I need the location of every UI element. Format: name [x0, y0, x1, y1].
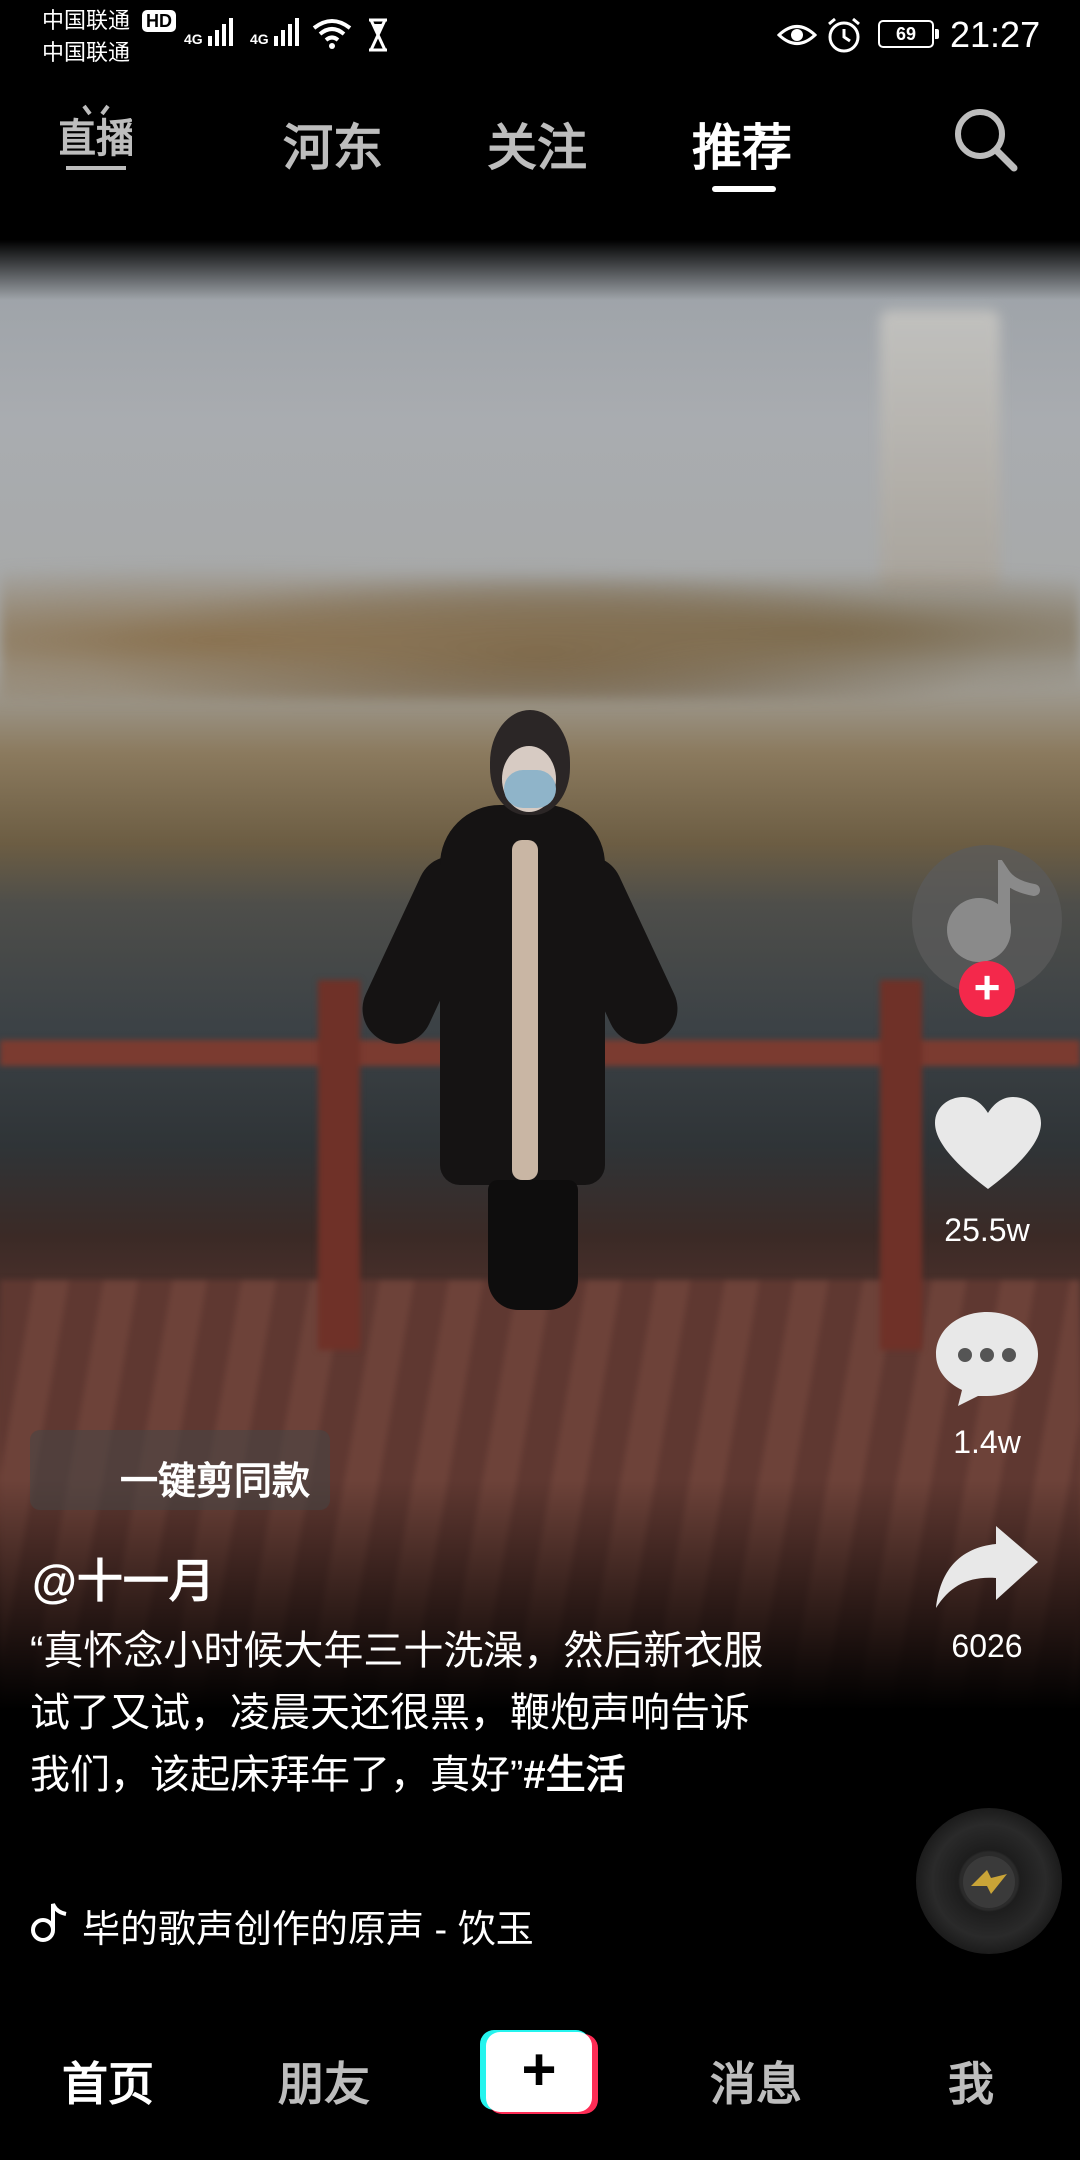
hd-badge: HD — [142, 10, 176, 32]
person-mask — [504, 770, 556, 808]
network-type-2: 4G — [250, 31, 269, 47]
railing-post — [318, 980, 360, 1350]
share-count: 6026 — [951, 1628, 1023, 1664]
signal-icon: 4G — [184, 18, 233, 46]
music-note-icon — [947, 860, 1040, 962]
tiktok-note-icon — [31, 1903, 67, 1942]
follow-button[interactable]: + — [959, 961, 1015, 1017]
comment-count: 1.4w — [953, 1424, 1021, 1460]
tab-friends[interactable]: 朋友 — [278, 2048, 370, 2114]
network-type-1: 4G — [184, 31, 203, 47]
tab-following[interactable]: 关注 — [487, 108, 587, 180]
description-text: “真怀念小时候大年三十洗澡，然后新衣服试了又试，凌晨天还很黑，鞭炮声响告诉我们，… — [30, 1629, 764, 1797]
template-button-label: 一键剪同款 — [120, 1461, 311, 1503]
battery-icon: 69 — [878, 20, 939, 48]
comment-icon[interactable] — [932, 1308, 1042, 1408]
tab-home[interactable]: 首页 — [62, 2048, 154, 2114]
video-description: “真怀念小时候大年三十洗澡，然后新衣服试了又试，凌晨天还很黑，鞭炮声响告诉我们，… — [30, 1620, 770, 1806]
eye-icon — [777, 25, 817, 45]
author-name[interactable]: @十一月 — [32, 1545, 215, 1611]
status-bar: 中国联通 中国联通 HD 4G 4G 69 21:27 — [0, 0, 1080, 70]
video-player[interactable] — [0, 240, 1080, 1750]
person-dress — [512, 840, 538, 1180]
live-icon-label: 直播 — [60, 116, 132, 162]
person-legs — [488, 1180, 578, 1310]
sound-title[interactable]: 毕的歌声创作的原声 - 饮玉 — [82, 1898, 534, 1953]
hourglass-icon — [369, 18, 387, 52]
music-disc-logo-icon — [963, 1856, 1015, 1908]
like-count: 25.5w — [944, 1212, 1030, 1248]
live-icon[interactable]: 直播 — [60, 100, 132, 176]
background-trees — [0, 550, 1080, 700]
alarm-icon — [828, 17, 860, 53]
top-vignette — [0, 240, 1080, 300]
carrier-label-1: 中国联通 — [42, 8, 131, 33]
tab-recommended[interactable]: 推荐 — [692, 108, 792, 180]
active-tab-indicator — [712, 186, 776, 192]
railing-post — [880, 980, 922, 1350]
tab-messages[interactable]: 消息 — [710, 2048, 802, 2114]
signal-icon-2: 4G — [250, 18, 299, 46]
tab-hedong[interactable]: 河东 — [283, 108, 383, 180]
status-time: 21:27 — [950, 14, 1041, 55]
carrier-label-2: 中国联通 — [42, 40, 131, 65]
share-icon[interactable] — [932, 1522, 1042, 1612]
person-figure — [351, 710, 689, 1330]
hashtag-link[interactable]: #生活 — [523, 1753, 625, 1797]
create-button[interactable]: + — [480, 2030, 598, 2114]
wifi-icon — [312, 19, 352, 49]
heart-icon[interactable] — [933, 1095, 1043, 1195]
tab-me[interactable]: 我 — [948, 2048, 994, 2114]
background-building — [880, 310, 1000, 590]
search-icon[interactable] — [952, 106, 1020, 174]
plus-icon: + — [521, 2036, 557, 2103]
